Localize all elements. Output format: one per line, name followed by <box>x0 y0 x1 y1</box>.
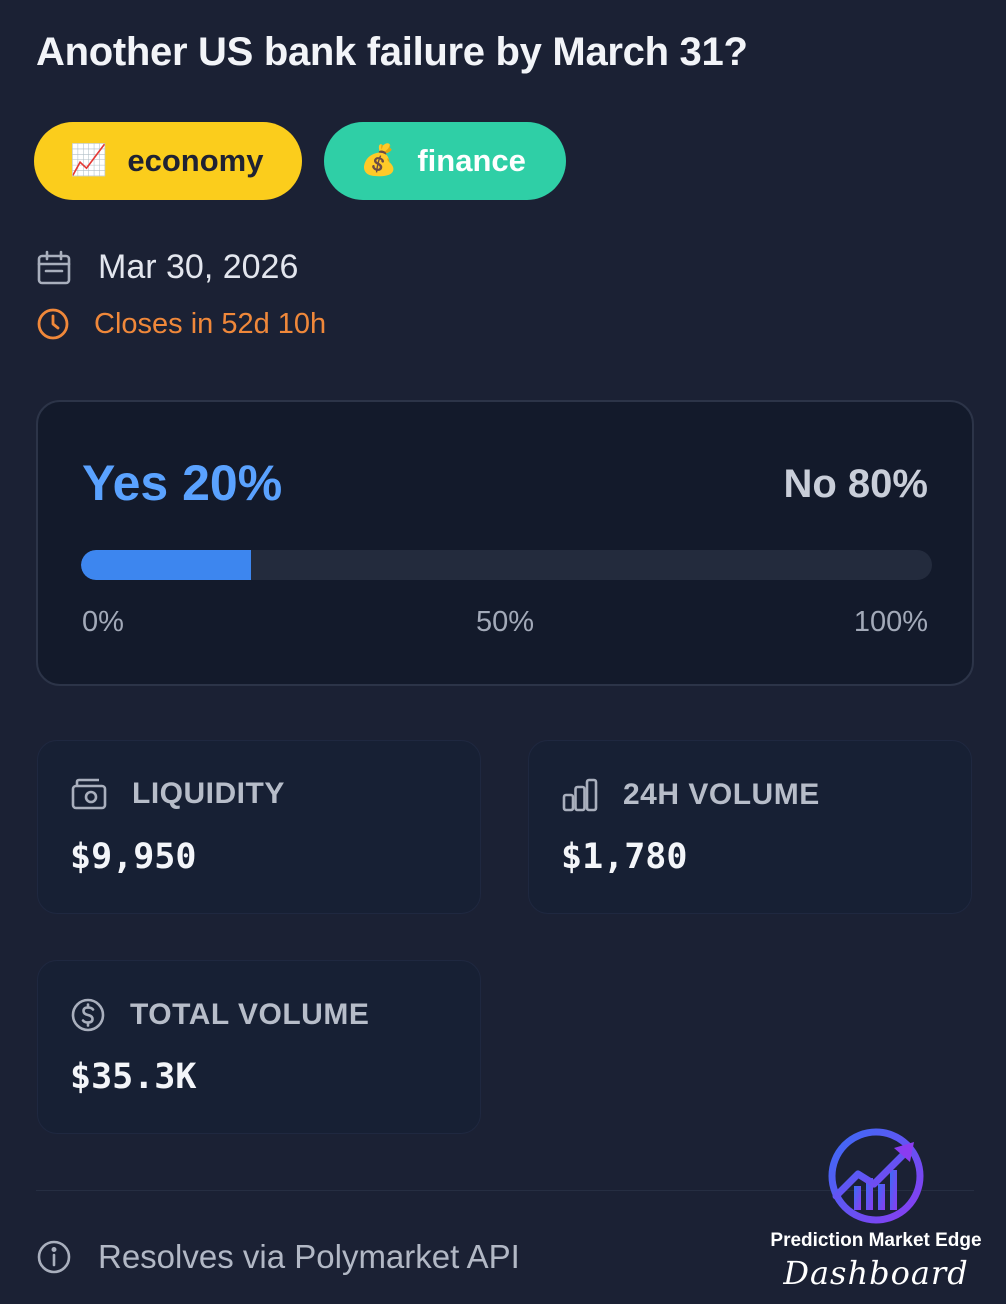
tag-economy[interactable]: 📈 economy <box>34 122 302 200</box>
brand-name: Prediction Market Edge <box>770 1230 982 1251</box>
probability-bar <box>81 550 932 580</box>
yes-probability: Yes 20% <box>82 455 283 511</box>
no-probability: No 80% <box>783 462 929 506</box>
brand-logo-mark <box>828 1128 924 1224</box>
scale-mid: 50% <box>475 606 535 638</box>
clock-icon <box>36 307 70 341</box>
total-volume-card: TOTAL VOLUME $35.3K <box>37 960 481 1134</box>
total-volume-value: $35.3K <box>70 1057 197 1097</box>
resolution-text: Resolves via Polymarket API <box>98 1238 520 1275</box>
closes-in-row: Closes in 52d 10h <box>36 307 326 341</box>
money-bag-icon: 💰 <box>360 144 398 177</box>
info-icon <box>36 1239 72 1275</box>
liquidity-card: LIQUIDITY $9,950 <box>37 740 481 914</box>
wallet-icon <box>70 777 108 811</box>
bar-chart-icon <box>561 777 599 813</box>
closes-in-text: Closes in 52d 10h <box>94 307 327 340</box>
resolution-source: Resolves via Polymarket API <box>36 1238 520 1276</box>
tag-finance[interactable]: 💰 finance <box>324 122 566 200</box>
odds-card: Yes 20% No 80% 0% 50% 100% <box>36 400 974 686</box>
end-date: Mar 30, 2026 <box>98 248 299 286</box>
volume-24h-label: 24H VOLUME <box>623 778 820 811</box>
brand-subtitle: Dashboard <box>783 1254 969 1292</box>
end-date-row: Mar 30, 2026 <box>36 248 298 287</box>
volume-24h-value: $1,780 <box>561 837 688 877</box>
brand-logo: Prediction Market Edge Dashboard <box>756 1126 996 1296</box>
dollar-circle-icon <box>70 997 106 1033</box>
tag-list: 📈 economy 💰 finance <box>34 122 566 200</box>
total-volume-label: TOTAL VOLUME <box>130 998 370 1031</box>
liquidity-label: LIQUIDITY <box>132 777 285 810</box>
tag-label: economy <box>127 143 264 178</box>
market-title: Another US bank failure by March 31? <box>36 30 748 74</box>
scale-max: 100% <box>853 606 928 638</box>
liquidity-value: $9,950 <box>70 837 197 877</box>
chart-increasing-icon: 📈 <box>70 144 108 177</box>
tag-label: finance <box>417 143 526 178</box>
volume-24h-card: 24H VOLUME $1,780 <box>528 740 972 914</box>
calendar-icon <box>36 250 72 286</box>
probability-bar-fill <box>81 550 252 580</box>
